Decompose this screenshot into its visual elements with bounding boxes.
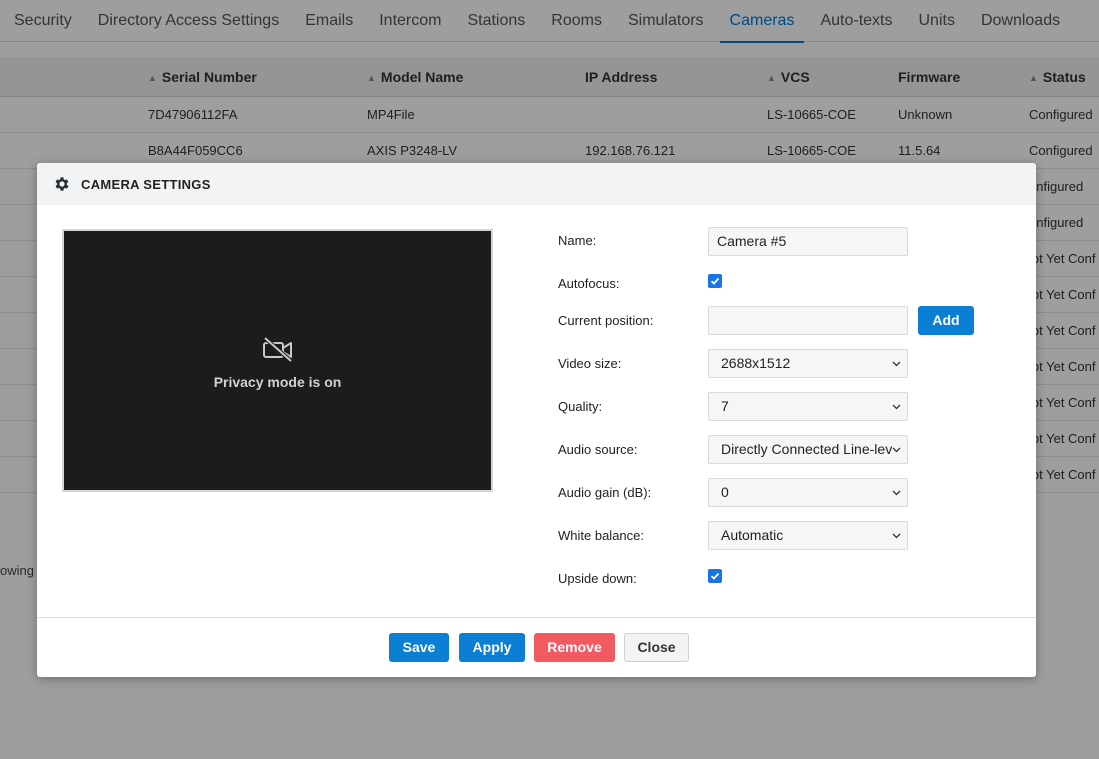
video-size-value: 2688x1512 bbox=[721, 355, 791, 371]
camera-off-icon bbox=[263, 336, 293, 363]
white-balance-label: White balance: bbox=[558, 528, 644, 543]
chevron-down-icon bbox=[892, 361, 901, 367]
chevron-down-icon bbox=[892, 404, 901, 410]
white-balance-value: Automatic bbox=[721, 527, 784, 543]
audio-source-label: Audio source: bbox=[558, 442, 638, 457]
add-position-button[interactable]: Add bbox=[918, 306, 974, 335]
name-label: Name: bbox=[558, 233, 597, 248]
chevron-down-icon bbox=[892, 533, 901, 539]
chevron-down-icon bbox=[892, 447, 901, 453]
quality-select[interactable]: 7 bbox=[708, 392, 908, 421]
checkmark-icon bbox=[710, 572, 720, 580]
audio-source-select[interactable]: Directly Connected Line-lev bbox=[708, 435, 908, 464]
quality-label: Quality: bbox=[558, 399, 603, 414]
camera-settings-dialog: CAMERA SETTINGS Privacy mode is on Name:… bbox=[37, 163, 1036, 677]
checkmark-icon bbox=[710, 277, 720, 285]
audio-gain-label: Audio gain (dB): bbox=[558, 485, 652, 500]
apply-button[interactable]: Apply bbox=[459, 633, 525, 662]
quality-value: 7 bbox=[721, 398, 729, 414]
dialog-header: CAMERA SETTINGS bbox=[37, 163, 1036, 205]
chevron-down-icon bbox=[892, 490, 901, 496]
video-size-select[interactable]: 2688x1512 bbox=[708, 349, 908, 378]
autofocus-label: Autofocus: bbox=[558, 276, 620, 291]
upside-down-checkbox[interactable] bbox=[708, 569, 722, 583]
dialog-footer-divider bbox=[37, 617, 1036, 618]
autofocus-checkbox[interactable] bbox=[708, 274, 722, 288]
close-button[interactable]: Close bbox=[624, 633, 689, 662]
name-field[interactable]: Camera #5 bbox=[708, 227, 908, 256]
dialog-title: CAMERA SETTINGS bbox=[81, 176, 211, 192]
current-position-field[interactable] bbox=[708, 306, 908, 335]
audio-gain-value: 0 bbox=[721, 484, 729, 500]
audio-gain-select[interactable]: 0 bbox=[708, 478, 908, 507]
upside-down-label: Upside down: bbox=[558, 571, 637, 586]
gear-icon bbox=[55, 177, 69, 191]
remove-button[interactable]: Remove bbox=[534, 633, 615, 662]
camera-preview: Privacy mode is on bbox=[62, 229, 493, 492]
video-size-label: Video size: bbox=[558, 356, 622, 371]
white-balance-select[interactable]: Automatic bbox=[708, 521, 908, 550]
current-position-label: Current position: bbox=[558, 313, 654, 328]
save-button[interactable]: Save bbox=[389, 633, 449, 662]
audio-source-value: Directly Connected Line-lev bbox=[721, 441, 893, 457]
privacy-mode-message: Privacy mode is on bbox=[213, 374, 342, 390]
